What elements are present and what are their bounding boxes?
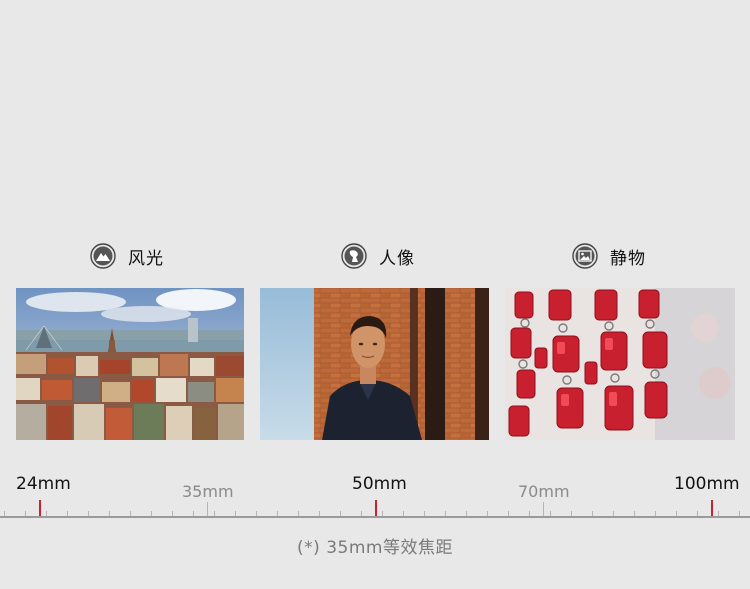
category-label: 人像 [379, 248, 415, 269]
footnote: (*) 35mm等效焦距 [297, 538, 453, 558]
category-portrait: 人像 [341, 243, 415, 269]
marker-100mm [711, 500, 713, 516]
category-still-life: 静物 [572, 243, 646, 269]
ruler-tick-mid [543, 502, 544, 516]
portrait-photo [260, 288, 489, 440]
still-life-photo [505, 288, 735, 440]
focal-label-24mm: 24mm [16, 474, 71, 494]
category-label: 风光 [128, 248, 164, 269]
focal-ruler [0, 516, 750, 518]
focal-label-35mm: 35mm [182, 482, 234, 501]
focal-label-50mm: 50mm [352, 474, 407, 494]
portrait-icon [341, 243, 367, 269]
landscape-photo [16, 288, 244, 440]
focal-label-70mm: 70mm [518, 482, 570, 501]
marker-50mm [375, 500, 377, 516]
focal-label-100mm: 100mm [674, 474, 740, 494]
marker-24mm [39, 500, 41, 516]
category-label: 静物 [610, 248, 646, 269]
still-life-icon [572, 243, 598, 269]
mountain-icon [90, 243, 116, 269]
category-landscape: 风光 [90, 243, 164, 269]
ruler-tick-mid [207, 502, 208, 516]
